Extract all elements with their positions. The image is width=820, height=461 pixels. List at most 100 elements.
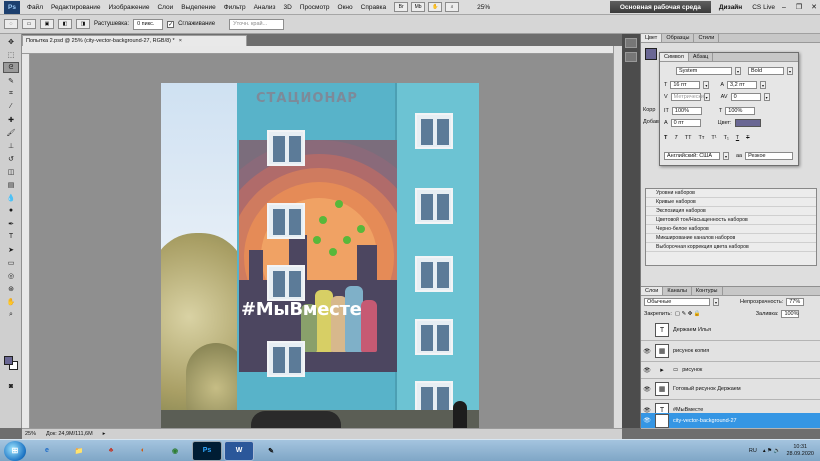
all-caps-button[interactable]: TT <box>685 135 692 141</box>
layer-name[interactable]: рисунок <box>682 367 702 373</box>
zoom-icon[interactable]: ⌕ <box>445 2 460 12</box>
color-panel-swatch[interactable] <box>645 48 657 60</box>
cs-live-button[interactable]: CS Live <box>752 4 775 11</box>
vertical-scale-input[interactable]: 100% <box>671 107 702 115</box>
photoshop-taskbar-icon[interactable]: Ps <box>192 440 222 461</box>
layer-row-selected[interactable]: 👁 ▦ city-vector-background-27 <box>641 413 820 429</box>
menu-help[interactable]: Справка <box>357 4 391 11</box>
antialias-select[interactable]: Резкое <box>745 152 794 160</box>
panel-icon[interactable] <box>625 38 637 48</box>
gradient-tool-icon[interactable]: ▤ <box>3 179 19 190</box>
status-menu-arrow-icon[interactable]: ▸ <box>103 431 106 437</box>
crop-tool-icon[interactable]: ⌗ <box>3 88 19 99</box>
adj-preset-item[interactable]: Экспозиция наборов <box>646 207 816 216</box>
app-icon[interactable]: ✎ <box>256 441 286 461</box>
document-tab[interactable]: Попытка 2.psd @ 25% (city-vector-backgro… <box>22 35 247 46</box>
move-tool-icon[interactable]: ✥ <box>3 36 19 47</box>
clock[interactable]: 10:31 28.09.2020 <box>786 444 814 458</box>
3d-rotate-tool-icon[interactable]: ◎ <box>3 270 19 281</box>
group-expand-icon[interactable]: ▸ <box>655 363 669 377</box>
tab-paths[interactable]: Контуры <box>692 287 723 295</box>
superscript-button[interactable]: T¹ <box>711 135 716 141</box>
eyedropper-tool-icon[interactable]: ⁄ <box>3 101 19 112</box>
adj-preset-item[interactable]: Уровни наборов <box>646 189 816 198</box>
chevron-down-icon[interactable]: ▾ <box>763 93 770 101</box>
quick-select-tool-icon[interactable]: ✎ <box>3 75 19 86</box>
artwork-canvas[interactable]: СТАЦИОНАР #МыВместе <box>161 83 479 430</box>
fill-input[interactable]: 100% <box>781 310 800 318</box>
pen-tool-icon[interactable]: ✒ <box>3 218 19 229</box>
type-tool-icon[interactable]: T <box>3 231 19 242</box>
dodge-tool-icon[interactable]: ● <box>3 205 19 216</box>
layer-name[interactable]: Готовый рисунок Держаем <box>673 386 741 392</box>
layer-row[interactable]: T Держаем Илья <box>641 320 820 341</box>
minimize-icon[interactable]: – <box>778 2 790 12</box>
font-size-input[interactable]: 16 пт <box>670 81 701 89</box>
chevron-down-icon[interactable]: ▾ <box>735 67 741 75</box>
intersect-selection-icon[interactable]: ◨ <box>76 19 90 29</box>
adj-preset-item[interactable]: Кривые наборов <box>646 198 816 207</box>
feather-input[interactable]: 0 пикс. <box>133 18 164 30</box>
internet-explorer-icon[interactable]: e <box>32 441 62 461</box>
zoom-tool-icon[interactable]: ⌕ <box>3 309 19 320</box>
quick-mask-icon[interactable]: ◙ <box>3 381 19 392</box>
document-close-icon[interactable]: × <box>179 38 182 44</box>
eye-icon[interactable]: 👁 <box>641 417 653 424</box>
path-select-tool-icon[interactable]: ➤ <box>3 244 19 255</box>
baseline-shift-input[interactable]: 0 пт <box>670 119 701 127</box>
minibridge-icon[interactable]: Mb <box>411 2 426 12</box>
blur-tool-icon[interactable]: 💧 <box>3 192 19 203</box>
refine-edge-button[interactable]: Уточн. край... <box>229 18 285 30</box>
menu-edit[interactable]: Редактирование <box>47 4 105 11</box>
menu-image[interactable]: Изображение <box>105 4 154 11</box>
lock-icons[interactable]: ▢ ✎ ✥ 🔒 <box>675 311 701 317</box>
small-caps-button[interactable]: Tт <box>698 135 704 141</box>
vertical-scrollbar[interactable] <box>613 46 622 428</box>
new-selection-icon[interactable]: ▭ <box>22 19 36 29</box>
bridge-icon[interactable]: Br <box>394 2 409 12</box>
word-taskbar-icon[interactable]: W <box>224 440 254 461</box>
tab-character[interactable]: Символ <box>660 53 689 61</box>
font-family-select[interactable]: System <box>676 67 732 75</box>
blend-mode-select[interactable]: Обычные <box>644 298 710 306</box>
explorer-folder-icon[interactable]: 📁 <box>64 441 94 461</box>
leading-input[interactable]: 3,2 пт <box>727 81 758 89</box>
menu-view[interactable]: Просмотр <box>296 4 334 11</box>
chevron-down-icon[interactable]: ▾ <box>723 152 729 160</box>
font-style-select[interactable]: Bold <box>748 67 784 75</box>
chevron-down-icon[interactable]: ▾ <box>703 93 710 101</box>
menu-select[interactable]: Выделение <box>177 4 219 11</box>
layer-name[interactable]: Держаем Илья <box>673 327 711 333</box>
eye-icon[interactable]: 👁 <box>641 367 653 374</box>
workspace-design-button[interactable]: Дизайн <box>719 4 742 11</box>
layer-group-row[interactable]: 👁 ▸ ▭ рисунок <box>641 362 820 379</box>
add-selection-icon[interactable]: ▣ <box>40 19 54 29</box>
layer-name[interactable]: рисунок копия <box>673 348 709 354</box>
stamp-tool-icon[interactable]: ⊥ <box>3 140 19 151</box>
tab-channels[interactable]: Каналы <box>663 287 692 295</box>
hand-tool-icon[interactable]: ✋ <box>3 296 19 307</box>
chevron-down-icon[interactable]: ▾ <box>703 81 710 89</box>
language-select[interactable]: Английский: США <box>664 152 720 160</box>
adj-preset-item[interactable]: Микширование каналов наборов <box>646 234 816 243</box>
panel-icon[interactable] <box>625 52 637 62</box>
chevron-down-icon[interactable]: ▾ <box>713 298 719 306</box>
tab-styles[interactable]: Стили <box>694 34 720 42</box>
history-brush-icon[interactable]: ↺ <box>3 153 19 164</box>
app-icon[interactable]: ♣ <box>96 441 126 461</box>
chevron-down-icon[interactable]: ▾ <box>787 67 793 75</box>
healing-tool-icon[interactable]: ✚ <box>3 114 19 125</box>
adjustments-short-label[interactable]: Корр <box>643 104 659 116</box>
close-icon[interactable]: ✕ <box>808 2 820 12</box>
underline-button[interactable]: T <box>736 135 739 141</box>
status-zoom[interactable]: 25% <box>25 431 36 437</box>
menu-file[interactable]: Файл <box>23 4 47 11</box>
tray-icons[interactable]: ▴ ⚑ 🔊 <box>763 448 781 454</box>
adj-preset-item[interactable]: Черно-белое наборов <box>646 225 816 234</box>
add-short-label[interactable]: Добав <box>643 116 659 128</box>
menu-analysis[interactable]: Анализ <box>250 4 280 11</box>
strikethrough-button[interactable]: T <box>746 135 749 141</box>
foreground-color-swatch[interactable] <box>4 356 13 365</box>
tab-layers[interactable]: Слои <box>641 287 664 295</box>
lasso-tool-icon[interactable]: ᘓ <box>3 62 19 73</box>
